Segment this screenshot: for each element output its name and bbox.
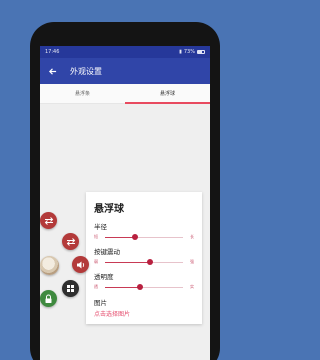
radius-track[interactable] bbox=[105, 234, 183, 240]
opacity-slider[interactable]: 透 实 bbox=[94, 284, 194, 290]
card-title: 悬浮球 bbox=[94, 204, 124, 215]
page-title: 外观设置 bbox=[70, 66, 102, 76]
battery-percent: 73% bbox=[183, 49, 195, 55]
floating-ball-settings-card: 悬浮球 半径 短 长 按键震动 弱 强 透明度 透 实 图片 点击选择图片 bbox=[86, 192, 202, 324]
lock-icon bbox=[45, 294, 52, 303]
floating-transfer-button[interactable] bbox=[40, 212, 57, 229]
radius-max-label: 长 bbox=[190, 234, 194, 239]
radius-slider[interactable]: 短 长 bbox=[94, 234, 194, 240]
status-time: 17:46 bbox=[45, 49, 60, 55]
image-label: 图片 bbox=[94, 299, 107, 307]
vibration-thumb[interactable] bbox=[147, 259, 154, 265]
content-area: 悬浮球 半径 短 长 按键震动 弱 强 透明度 透 实 图片 点击选择图片 bbox=[40, 104, 210, 360]
tab-floating-bar[interactable]: 悬浮条 bbox=[40, 84, 125, 103]
vibration-min-label: 弱 bbox=[94, 259, 98, 264]
floating-ball-avatar[interactable] bbox=[40, 256, 59, 275]
radius-min-label: 短 bbox=[94, 234, 98, 239]
opacity-thumb[interactable] bbox=[137, 284, 144, 290]
volume-icon bbox=[76, 261, 84, 268]
floating-transfer-button-2[interactable] bbox=[62, 233, 79, 250]
transfer-icon bbox=[44, 216, 53, 225]
opacity-max-label: 实 bbox=[190, 284, 194, 289]
vibration-fill bbox=[105, 261, 151, 263]
tab-bar: 悬浮条 悬浮球 bbox=[40, 84, 210, 104]
opacity-fill bbox=[105, 286, 141, 288]
status-indicators: ▮ 73% bbox=[179, 49, 205, 55]
vibration-track[interactable] bbox=[105, 259, 183, 265]
signal-icon: ▮ bbox=[179, 49, 182, 55]
floating-grid-button[interactable] bbox=[62, 280, 79, 297]
radius-fill bbox=[105, 236, 135, 238]
opacity-min-label: 透 bbox=[94, 284, 98, 289]
status-bar: 17:46 ▮ 73% bbox=[40, 46, 210, 58]
tab-floating-ball[interactable]: 悬浮球 bbox=[125, 84, 210, 103]
floating-lock-button[interactable] bbox=[40, 290, 57, 307]
arrow-back-icon[interactable] bbox=[46, 65, 58, 77]
vibration-max-label: 强 bbox=[190, 259, 194, 264]
app-bar: 外观设置 bbox=[40, 58, 210, 84]
pick-image-link[interactable]: 点击选择图片 bbox=[94, 309, 194, 318]
battery-icon bbox=[197, 50, 205, 54]
vibration-slider[interactable]: 弱 强 bbox=[94, 259, 194, 265]
radius-thumb[interactable] bbox=[131, 234, 138, 240]
phone-screen: 17:46 ▮ 73% 外观设置 悬浮条 悬浮球 悬浮球 半径 短 长 按键震动… bbox=[40, 46, 210, 360]
floating-volume-button[interactable] bbox=[72, 256, 89, 273]
opacity-track[interactable] bbox=[105, 284, 183, 290]
transfer-icon bbox=[66, 237, 75, 246]
grid-icon bbox=[67, 285, 74, 292]
radius-label: 半径 bbox=[94, 223, 107, 231]
opacity-label: 透明度 bbox=[94, 273, 114, 281]
vibration-label: 按键震动 bbox=[94, 248, 120, 256]
